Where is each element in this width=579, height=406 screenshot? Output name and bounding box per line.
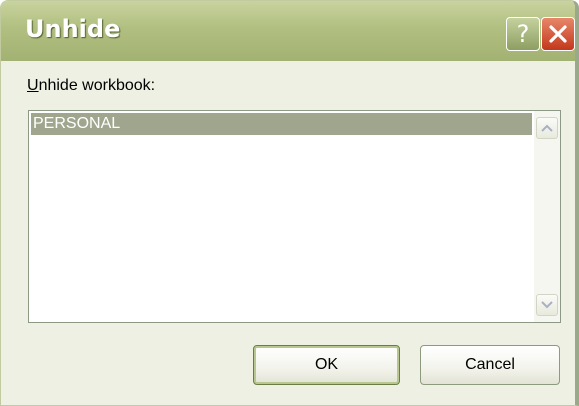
chevron-down-icon	[541, 301, 553, 309]
close-x-icon	[549, 25, 567, 43]
workbook-listbox[interactable]: PERSONAL	[28, 110, 561, 323]
title-bar[interactable]: Unhide ?	[1, 1, 575, 61]
vertical-scrollbar[interactable]	[534, 111, 560, 322]
list-item-personal[interactable]: PERSONAL	[31, 113, 532, 135]
help-button[interactable]: ?	[506, 17, 540, 51]
dialog-title: Unhide	[25, 15, 121, 43]
ok-button[interactable]: OK	[253, 345, 400, 385]
question-mark-icon: ?	[516, 20, 530, 48]
scroll-up-button[interactable]	[536, 117, 558, 139]
unhide-dialog: Unhide ? Unhide workbook: PERSONAL OK Ca…	[0, 0, 579, 406]
close-button[interactable]	[541, 17, 575, 51]
cancel-button[interactable]: Cancel	[420, 345, 560, 385]
chevron-up-icon	[541, 124, 553, 132]
unhide-workbook-label: Unhide workbook:	[27, 77, 155, 95]
accelerator-key: U	[27, 77, 39, 94]
label-text: nhide workbook:	[38, 77, 156, 94]
scroll-down-button[interactable]	[536, 294, 558, 316]
